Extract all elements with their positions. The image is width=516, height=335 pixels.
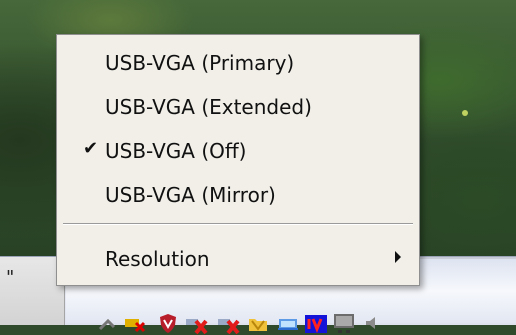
menu-item-usb-vga-off[interactable]: ✔ USB-VGA (Off) [57, 133, 419, 167]
network-connection-x-icon[interactable] [184, 311, 208, 335]
network-monitor-icon[interactable] [276, 311, 300, 335]
menu-item-label: USB-VGA (Mirror) [105, 183, 276, 207]
usb-vga-icon[interactable] [304, 311, 328, 335]
menu-item-label: USB-VGA (Off) [105, 139, 247, 163]
network-tools-icon[interactable] [96, 311, 120, 335]
menu-separator [63, 223, 413, 225]
menu-item-usb-vga-mirror[interactable]: USB-VGA (Mirror) [57, 177, 419, 211]
shield-security-icon[interactable] [156, 311, 180, 335]
menu-item-label: Resolution [105, 247, 210, 271]
checkmark-icon: ✔ [83, 138, 99, 159]
disconnected-network-icon[interactable] [122, 311, 146, 335]
monitor-display-icon[interactable] [332, 311, 356, 335]
menu-item-usb-vga-extended[interactable]: USB-VGA (Extended) [57, 89, 419, 123]
folder-network-icon[interactable] [246, 311, 270, 335]
submenu-arrow-icon [395, 251, 401, 263]
network-connection-x-icon[interactable] [216, 311, 240, 335]
menu-item-label: USB-VGA (Extended) [105, 95, 312, 119]
menu-item-label: USB-VGA (Primary) [105, 51, 295, 75]
wallpaper-highlight [462, 110, 468, 116]
speaker-icon[interactable] [362, 311, 386, 335]
menu-item-resolution[interactable]: Resolution [57, 241, 419, 275]
menu-item-usb-vga-primary[interactable]: USB-VGA (Primary) [57, 45, 419, 79]
taskbar-left-glyph: " [6, 267, 15, 288]
context-menu: USB-VGA (Primary) USB-VGA (Extended) ✔ U… [56, 34, 420, 286]
